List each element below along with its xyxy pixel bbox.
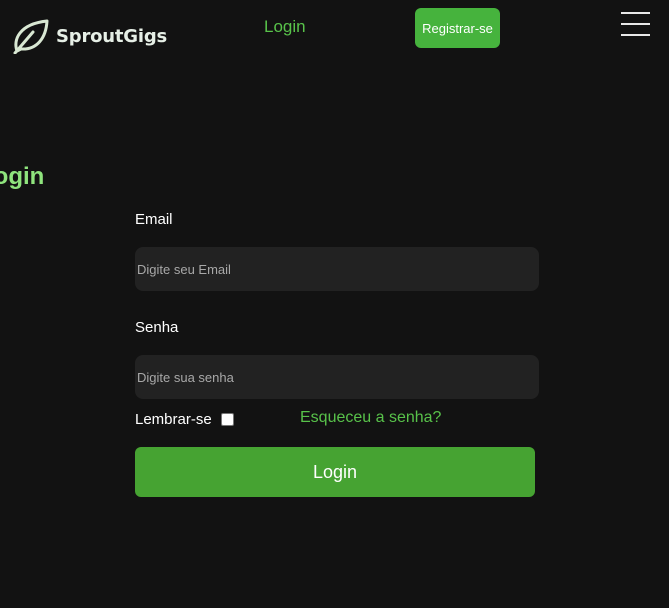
- forgot-password-link[interactable]: Esqueceu a senha?: [300, 409, 441, 427]
- hamburger-menu-icon[interactable]: [621, 12, 651, 36]
- menu-line: [621, 34, 650, 36]
- password-field[interactable]: [135, 355, 539, 399]
- menu-line: [621, 23, 650, 25]
- remember-label: Lembrar-se: [135, 411, 212, 428]
- remember-me: Lembrar-se: [135, 411, 234, 428]
- login-page: SproutGigs Login Registrar-se Login Emai…: [0, 0, 669, 608]
- remember-checkbox[interactable]: [220, 413, 234, 426]
- email-label: Email: [135, 211, 173, 228]
- leaf-logo-icon: [11, 18, 49, 54]
- register-button[interactable]: Registrar-se: [415, 8, 500, 48]
- nav-login-link[interactable]: Login: [264, 17, 306, 37]
- email-field[interactable]: [135, 247, 539, 291]
- logo[interactable]: SproutGigs: [11, 18, 167, 54]
- password-label: Senha: [135, 319, 179, 336]
- menu-line: [621, 12, 650, 14]
- page-title: Login: [0, 163, 45, 190]
- login-submit-button[interactable]: Login: [135, 447, 535, 497]
- logo-text: SproutGigs: [56, 25, 168, 47]
